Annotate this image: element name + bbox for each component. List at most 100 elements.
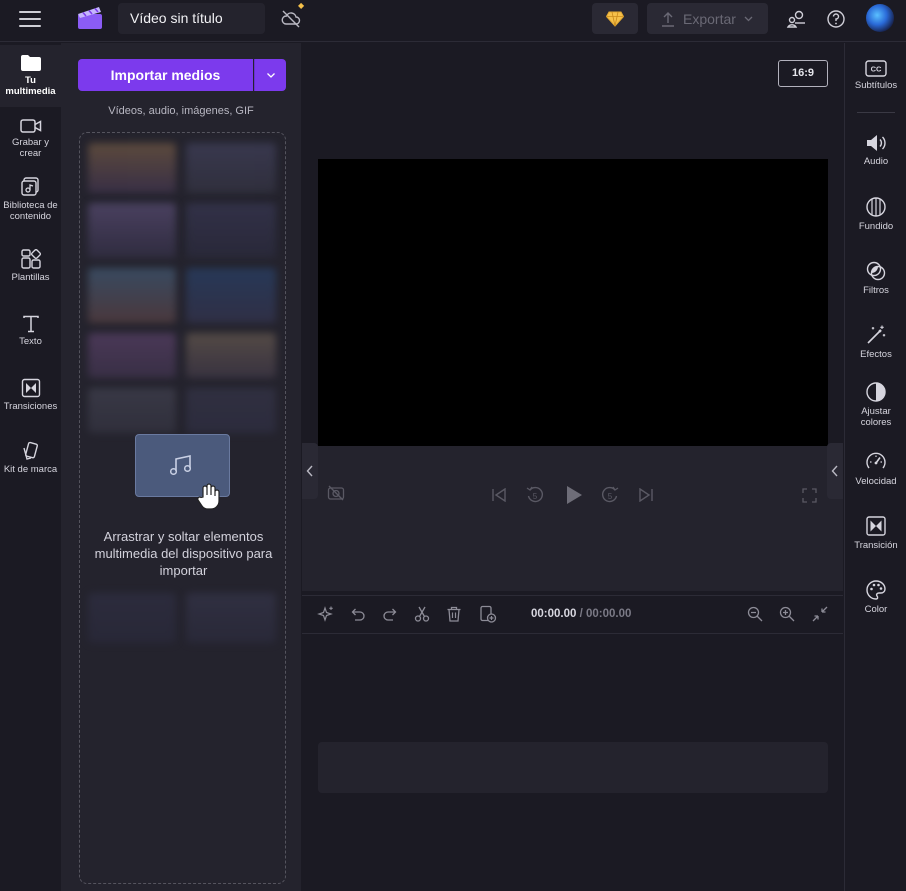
placeholder-thumbnail bbox=[186, 268, 276, 323]
timeline-track[interactable] bbox=[318, 742, 828, 793]
sidebar-label: Biblioteca de contenido bbox=[3, 200, 58, 222]
timeline: 00:00.00 / 00:00.00 bbox=[302, 595, 843, 891]
sidebar-item-filters[interactable]: Filtros bbox=[845, 260, 906, 297]
trash-icon[interactable] bbox=[445, 605, 463, 623]
placeholder-thumbnail bbox=[186, 143, 276, 193]
speed-icon bbox=[866, 452, 886, 469]
clipchamp-logo bbox=[77, 6, 103, 35]
folder-icon bbox=[20, 55, 41, 71]
import-media-button[interactable]: Importar medios bbox=[78, 59, 253, 91]
text-icon bbox=[22, 315, 39, 333]
collapse-left-panel-button[interactable] bbox=[302, 443, 318, 499]
sidebar-label: Tu multimedia bbox=[5, 75, 56, 97]
current-time: 00:00.00 bbox=[531, 608, 577, 620]
sidebar-label: Subtítulos bbox=[854, 80, 898, 91]
premium-button[interactable] bbox=[592, 3, 638, 34]
sidebar-item-color[interactable]: Color bbox=[845, 579, 906, 616]
cloud-offline-icon[interactable] bbox=[280, 8, 302, 30]
sidebar-label: Grabar y crear bbox=[12, 137, 49, 159]
placeholder-thumbnail bbox=[88, 143, 176, 193]
sidebar-item-brand-kit[interactable]: Kit de marca bbox=[0, 441, 61, 481]
help-icon[interactable] bbox=[825, 8, 847, 30]
avatar[interactable] bbox=[866, 4, 894, 32]
sidebar-item-content-library[interactable]: Biblioteca de contenido bbox=[0, 177, 61, 231]
sidebar-item-your-media[interactable]: Tu multimedia bbox=[0, 45, 61, 107]
fade-icon bbox=[866, 197, 886, 217]
sidebar-item-fade[interactable]: Fundido bbox=[845, 196, 906, 233]
brand-kit-icon bbox=[22, 441, 38, 460]
sidebar-label: Transiciones bbox=[3, 401, 58, 412]
captions-icon: CC bbox=[865, 60, 887, 77]
templates-icon bbox=[20, 249, 41, 269]
rewind-5-icon[interactable]: 5 bbox=[525, 485, 545, 505]
magic-sparkle-icon[interactable] bbox=[317, 605, 335, 623]
drop-zone-text: Arrastrar y soltar elementos multimedia … bbox=[94, 529, 273, 578]
video-preview bbox=[318, 159, 828, 446]
sidebar-item-speed[interactable]: Velocidad bbox=[845, 451, 906, 488]
placeholder-thumbnail bbox=[186, 388, 276, 433]
import-options-button[interactable] bbox=[254, 59, 286, 91]
premium-badge-icon: ◆ bbox=[298, 1, 305, 10]
sidebar-label: Audio bbox=[863, 156, 889, 167]
sidebar-item-transition[interactable]: Transición bbox=[845, 515, 906, 552]
forward-5-icon[interactable]: 5 bbox=[600, 485, 620, 505]
placeholder-thumbnail bbox=[88, 388, 176, 433]
divider bbox=[857, 112, 895, 113]
library-icon bbox=[20, 177, 39, 196]
left-sidebar: Tu multimedia Grabar y crear Biblioteca … bbox=[0, 43, 61, 891]
collapse-right-panel-button[interactable] bbox=[827, 443, 843, 499]
skip-back-icon[interactable] bbox=[491, 488, 507, 502]
transition-icon bbox=[866, 516, 886, 536]
total-time: / 00:00.00 bbox=[579, 608, 632, 620]
magic-wand-icon bbox=[867, 325, 886, 344]
undo-icon[interactable] bbox=[349, 605, 367, 623]
placeholder-thumbnail bbox=[186, 333, 276, 378]
project-title-input[interactable]: Vídeo sin título bbox=[118, 3, 265, 34]
fit-timeline-icon[interactable] bbox=[811, 605, 829, 623]
placeholder-thumbnail bbox=[88, 333, 176, 378]
export-label: Exportar bbox=[683, 10, 736, 27]
right-sidebar: CC Subtítulos Audio Fundido Filtros Efec… bbox=[844, 43, 906, 891]
skip-forward-icon[interactable] bbox=[638, 488, 654, 502]
sidebar-item-adjust-colors[interactable]: Ajustar colores bbox=[845, 381, 906, 428]
play-icon[interactable] bbox=[565, 485, 583, 505]
sidebar-item-audio[interactable]: Audio bbox=[845, 133, 906, 168]
svg-text:5: 5 bbox=[533, 492, 538, 501]
sidebar-label: Ajustar colores bbox=[860, 406, 892, 428]
sidebar-label: Velocidad bbox=[855, 476, 897, 487]
share-users-icon[interactable] bbox=[785, 8, 807, 30]
sidebar-item-effects[interactable]: Efectos bbox=[845, 324, 906, 361]
add-clip-icon[interactable] bbox=[479, 605, 497, 623]
camera-off-icon[interactable] bbox=[327, 485, 345, 501]
sidebar-item-transitions[interactable]: Transiciones bbox=[0, 378, 61, 418]
chevron-down-icon bbox=[267, 73, 275, 78]
fullscreen-icon[interactable] bbox=[802, 488, 817, 503]
sidebar-item-templates[interactable]: Plantillas bbox=[0, 249, 61, 289]
export-button[interactable]: Exportar bbox=[647, 3, 768, 34]
chevron-left-icon bbox=[831, 465, 838, 477]
color-palette-icon bbox=[866, 580, 886, 600]
filters-icon bbox=[866, 261, 886, 281]
sidebar-item-text[interactable]: Texto bbox=[0, 315, 61, 355]
media-panel: Importar medios Vídeos, audio, imágenes,… bbox=[61, 43, 301, 891]
placeholder-thumbnail bbox=[88, 268, 176, 323]
camera-icon bbox=[19, 119, 41, 133]
aspect-ratio-button[interactable]: 16:9 bbox=[778, 60, 828, 87]
placeholder-thumbnail bbox=[88, 203, 176, 258]
svg-text:CC: CC bbox=[871, 65, 882, 74]
sidebar-label: Plantillas bbox=[11, 272, 50, 283]
top-bar: Vídeo sin título ◆ Exportar bbox=[0, 0, 906, 42]
transitions-icon bbox=[21, 378, 40, 398]
timecode: 00:00.00 / 00:00.00 bbox=[531, 608, 631, 620]
sidebar-item-record-create[interactable]: Grabar y crear bbox=[0, 118, 61, 164]
sidebar-item-captions[interactable]: CC Subtítulos bbox=[845, 60, 906, 92]
upload-icon bbox=[662, 11, 674, 27]
audio-icon bbox=[867, 135, 886, 151]
scissors-icon[interactable] bbox=[413, 605, 431, 623]
drop-zone[interactable]: Arrastrar y soltar elementos multimedia … bbox=[79, 132, 286, 884]
menu-icon[interactable] bbox=[19, 11, 41, 29]
zoom-in-icon[interactable] bbox=[778, 605, 796, 623]
redo-icon[interactable] bbox=[381, 605, 399, 623]
zoom-out-icon[interactable] bbox=[746, 605, 764, 623]
chevron-left-icon bbox=[306, 465, 313, 477]
